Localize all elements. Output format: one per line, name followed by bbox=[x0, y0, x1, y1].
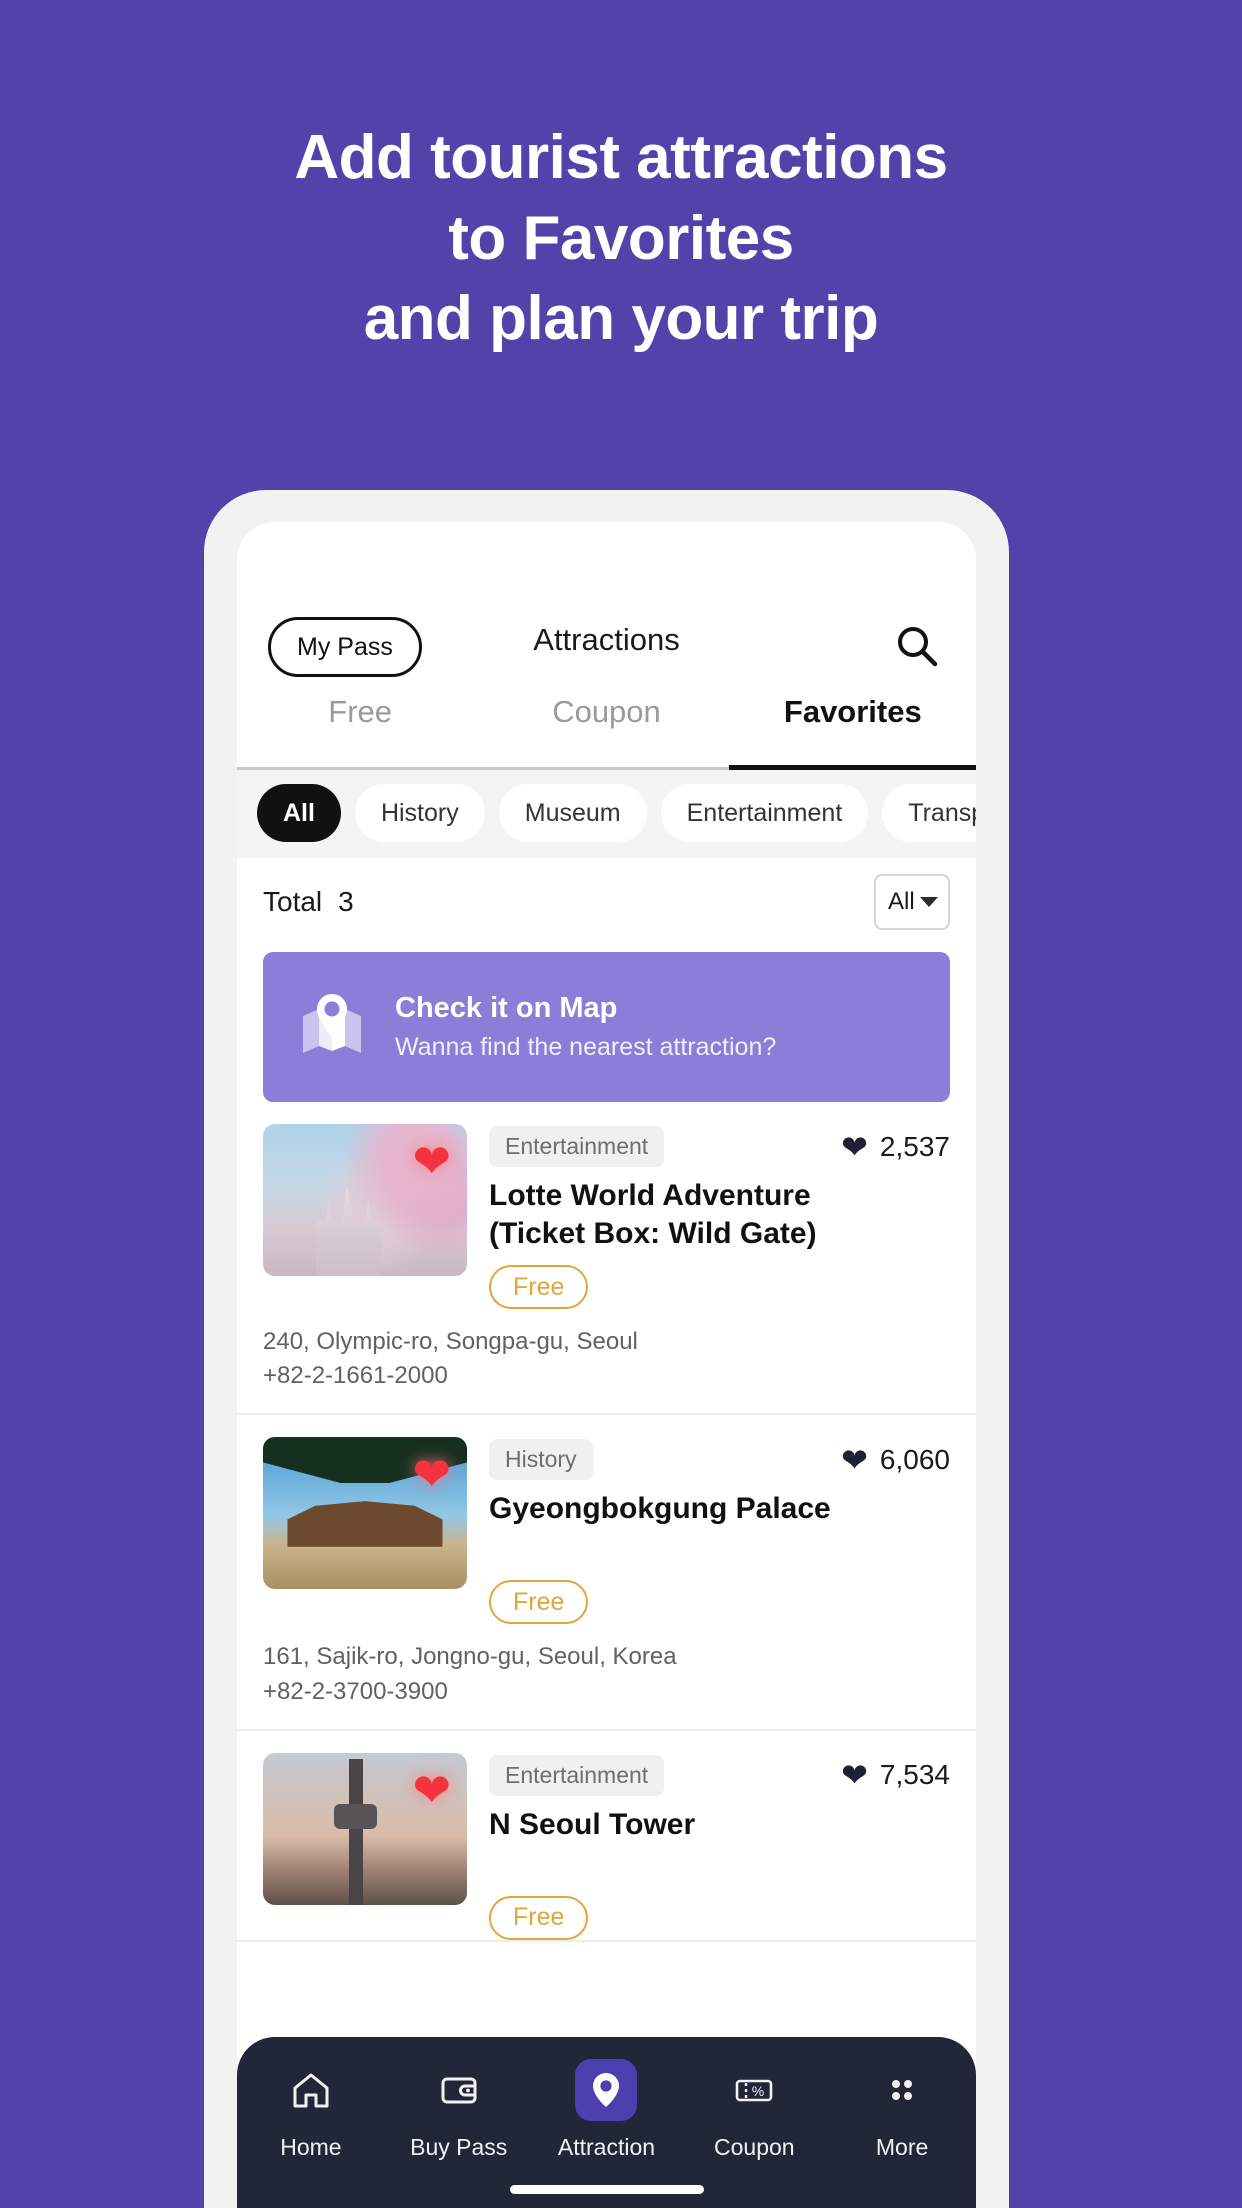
map-pin-icon bbox=[575, 2059, 638, 2121]
ticket-percent-icon: % bbox=[723, 2059, 785, 2121]
home-icon bbox=[280, 2059, 342, 2121]
category-badge: Entertainment bbox=[489, 1754, 665, 1796]
headline-line-3: and plan your trip bbox=[363, 284, 879, 354]
nav-label-attraction: Attraction bbox=[557, 2134, 656, 2160]
promo-headline: Add tourist attractions to Favorites and… bbox=[0, 118, 1242, 360]
active-tab-underline bbox=[729, 765, 976, 770]
heart-icon: ❤ bbox=[841, 1757, 868, 1794]
total-count: 3 bbox=[338, 886, 354, 917]
home-indicator bbox=[509, 2185, 704, 2194]
nav-label-buy-pass: Buy Pass bbox=[410, 2134, 508, 2160]
map-banner-title: Check it on Map bbox=[395, 992, 618, 1024]
map-banner-subtitle: Wanna find the nearest attraction? bbox=[395, 1033, 777, 1061]
check-on-map-banner[interactable]: Check it on Map Wanna find the nearest a… bbox=[263, 952, 950, 1102]
like-count: 7,534 bbox=[879, 1759, 950, 1791]
like-count: 6,060 bbox=[879, 1443, 950, 1475]
tab-free[interactable]: Free bbox=[237, 690, 483, 767]
tab-favorites[interactable]: Favorites bbox=[730, 690, 976, 767]
attraction-title: Lotte World Adventure (Ticket Box: Wild … bbox=[489, 1177, 950, 1253]
attraction-title: Gyeongbokgung Palace bbox=[489, 1490, 950, 1528]
nav-item-more[interactable]: More bbox=[828, 2059, 976, 2161]
favorite-heart-icon[interactable]: ❤ bbox=[412, 1767, 451, 1813]
category-badge: History bbox=[489, 1439, 593, 1481]
chip-entertainment[interactable]: Entertainment bbox=[660, 784, 869, 842]
chip-all[interactable]: All bbox=[257, 784, 341, 842]
app-screen: My Pass Attractions Free Coupon Favorite… bbox=[237, 522, 976, 2208]
free-badge: Free bbox=[489, 1265, 589, 1310]
attraction-title-line-1: Lotte World Adventure bbox=[489, 1179, 811, 1212]
like-group: ❤ 6,060 bbox=[841, 1444, 950, 1476]
nav-item-coupon[interactable]: % Coupon bbox=[680, 2059, 828, 2161]
chip-transport[interactable]: Transport bbox=[882, 784, 976, 842]
chip-museum[interactable]: Museum bbox=[498, 784, 647, 842]
attraction-thumbnail[interactable]: ❤ bbox=[263, 1124, 467, 1276]
attraction-phone: +82-2-1661-2000 bbox=[263, 1362, 448, 1390]
nav-item-attraction[interactable]: Attraction bbox=[533, 2059, 681, 2161]
total-label: Total bbox=[263, 886, 323, 917]
attraction-card[interactable]: ❤ Entertainment ❤ 7,534 N Seoul Tower Fr… bbox=[237, 1730, 976, 1942]
total-row: Total 3 All bbox=[237, 858, 976, 946]
attraction-phone: +82-2-3700-3900 bbox=[263, 1677, 448, 1705]
map-pin-icon bbox=[295, 988, 369, 1067]
attraction-address: 240, Olympic-ro, Songpa-gu, Seoul bbox=[263, 1328, 638, 1356]
heart-icon: ❤ bbox=[841, 1128, 868, 1165]
attraction-title-line-1: Gyeongbokgung Palace bbox=[489, 1492, 831, 1526]
page-title: Attractions bbox=[533, 622, 680, 657]
attraction-address: 161, Sajik-ro, Jongno-gu, Seoul, Korea bbox=[263, 1643, 677, 1671]
category-chip-row[interactable]: All History Museum Entertainment Transpo… bbox=[237, 770, 976, 858]
content-tabs: Free Coupon Favorites bbox=[237, 690, 976, 770]
phone-mockup: My Pass Attractions Free Coupon Favorite… bbox=[204, 490, 1009, 2208]
like-group: ❤ 7,534 bbox=[841, 1759, 950, 1791]
app-header: My Pass Attractions bbox=[237, 522, 976, 690]
free-badge: Free bbox=[489, 1580, 589, 1625]
chip-history[interactable]: History bbox=[354, 784, 485, 842]
attraction-card[interactable]: ❤ Entertainment ❤ 2,537 Lotte World Adve… bbox=[237, 1102, 976, 1416]
svg-text:%: % bbox=[752, 2083, 764, 2099]
favorite-heart-icon[interactable]: ❤ bbox=[412, 1138, 451, 1184]
tab-coupon[interactable]: Coupon bbox=[483, 690, 729, 767]
nav-label-coupon: Coupon bbox=[714, 2134, 795, 2160]
sort-filter-value: All bbox=[888, 888, 915, 915]
wallet-icon bbox=[428, 2059, 490, 2121]
free-badge: Free bbox=[489, 1895, 589, 1940]
nav-label-home: Home bbox=[280, 2134, 342, 2160]
headline-line-2: to Favorites bbox=[448, 203, 794, 273]
category-badge: Entertainment bbox=[489, 1126, 665, 1167]
like-count: 2,537 bbox=[879, 1130, 950, 1162]
heart-icon: ❤ bbox=[841, 1441, 868, 1478]
chevron-down-icon bbox=[920, 897, 938, 907]
attraction-title-line-1: N Seoul Tower bbox=[489, 1807, 696, 1841]
bottom-navigation: Home Buy Pass Attraction % Coupon More bbox=[237, 2037, 976, 2208]
attraction-meta: 161, Sajik-ro, Jongno-gu, Seoul, Korea +… bbox=[263, 1624, 950, 1728]
attraction-title-line-2: (Ticket Box: Wild Gate) bbox=[489, 1217, 817, 1251]
nav-item-home[interactable]: Home bbox=[237, 2059, 385, 2161]
attraction-thumbnail[interactable]: ❤ bbox=[263, 1437, 467, 1590]
favorite-heart-icon[interactable]: ❤ bbox=[412, 1451, 451, 1497]
sort-filter-dropdown[interactable]: All bbox=[874, 874, 950, 930]
attraction-meta: 240, Olympic-ro, Songpa-gu, Seoul +82-2-… bbox=[263, 1309, 950, 1413]
attraction-card[interactable]: ❤ History ❤ 6,060 Gyeongbokgung Palace F… bbox=[237, 1415, 976, 1731]
grid-dots-icon bbox=[871, 2059, 933, 2121]
attraction-title: N Seoul Tower bbox=[489, 1806, 950, 1844]
search-icon[interactable] bbox=[892, 622, 940, 670]
nav-label-more: More bbox=[875, 2134, 929, 2160]
attraction-thumbnail[interactable]: ❤ bbox=[263, 1752, 467, 1905]
like-group: ❤ 2,537 bbox=[841, 1131, 950, 1163]
headline-line-1: Add tourist attractions bbox=[294, 123, 948, 192]
nav-item-buy-pass[interactable]: Buy Pass bbox=[385, 2059, 533, 2161]
